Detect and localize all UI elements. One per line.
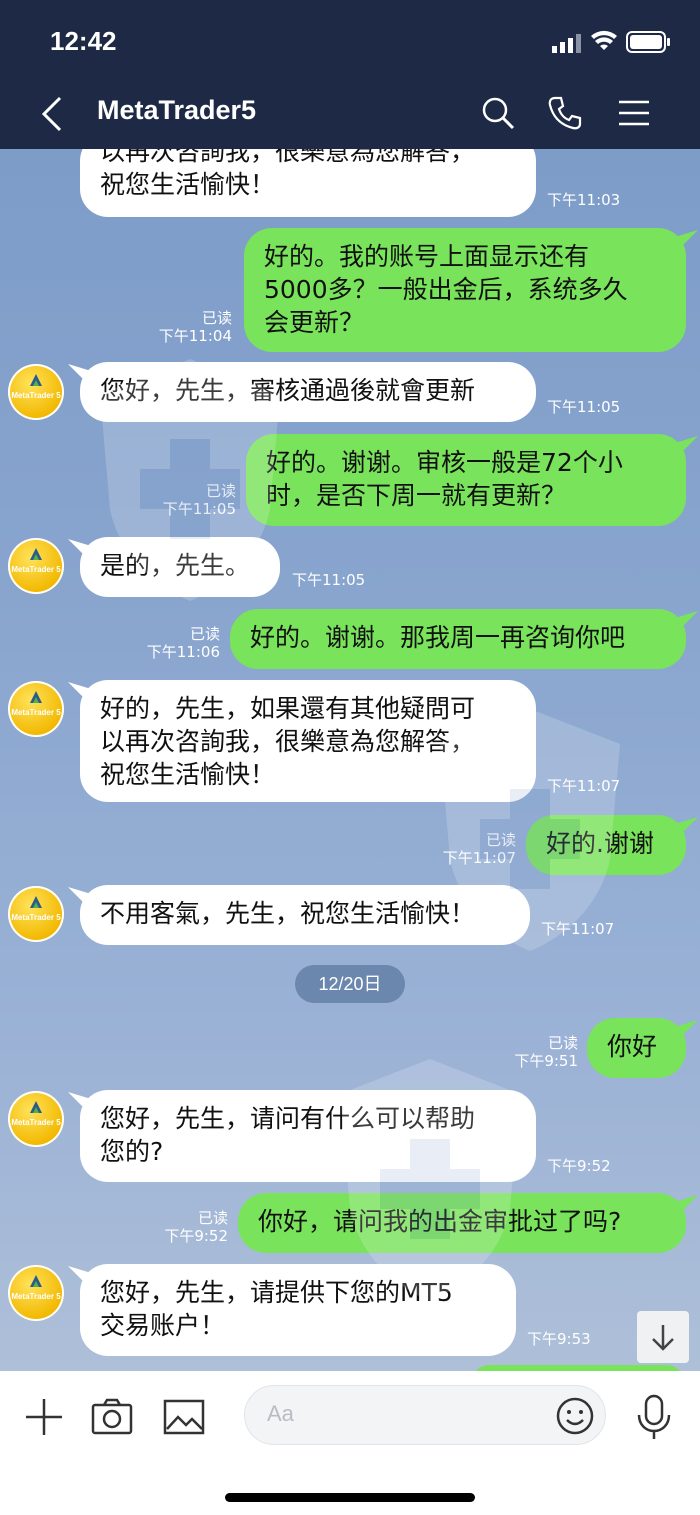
chat-area[interactable]: 以再次咨詢我，很樂意為您解答， 祝您生活愉快！ 下午11:03 好的。我的账号上…	[0, 149, 700, 1371]
message-text: 好的。我的账号上面显示还有 5000多？一般出金后，系统多久 会更新？	[264, 242, 628, 337]
message-bubble-in[interactable]: 以再次咨詢我，很樂意為您解答， 祝您生活愉快！	[80, 149, 536, 217]
date-separator: 12/20日	[295, 965, 405, 1003]
microphone-icon[interactable]	[634, 1393, 674, 1441]
read-receipt: 已读	[485, 831, 516, 849]
metatrader-logo-icon	[30, 1101, 42, 1113]
metatrader-logo-icon	[30, 896, 42, 908]
emoji-icon[interactable]	[555, 1396, 595, 1436]
message-meta: 已读 下午11:04	[150, 309, 232, 345]
signal-icon	[552, 34, 581, 53]
message-time: 下午11:07	[541, 920, 615, 938]
message-meta: 已读 下午11:05	[154, 482, 236, 518]
read-receipt: 已读	[189, 625, 220, 643]
image-icon[interactable]	[162, 1395, 206, 1439]
chat-title: MetaTrader5	[97, 95, 257, 125]
avatar[interactable]: MetaTrader 5	[8, 1265, 64, 1321]
home-indicator[interactable]	[225, 1493, 475, 1502]
wifi-icon	[591, 30, 617, 50]
message-time: 下午9:51	[514, 1052, 578, 1070]
message-text: 您好，先生，请提供下您的MT5 交易账户！	[100, 1278, 453, 1340]
avatar[interactable]: MetaTrader 5	[8, 681, 64, 737]
message-bubble-in[interactable]: 是的，先生。	[80, 537, 280, 597]
message-bubble-out[interactable]: 你好	[587, 1018, 686, 1078]
message-time: 下午11:05	[292, 571, 366, 589]
message-meta: 已读 下午11:07	[434, 831, 516, 867]
avatar-label: MetaTrader 5	[11, 565, 61, 574]
message-time: 下午11:05	[162, 500, 236, 518]
message-text: 你好，请问我的出金审批过了吗?	[258, 1207, 622, 1236]
message-time: 下午11:06	[146, 643, 220, 661]
message-bubble-out[interactable]: 你好，请问我的出金审批过了吗?	[238, 1193, 686, 1253]
camera-icon[interactable]	[90, 1395, 134, 1439]
message-bubble-out[interactable]: 好的。谢谢。审核一般是72个小 时，是否下周一就有更新？	[246, 434, 686, 526]
avatar-label: MetaTrader 5	[11, 391, 61, 400]
avatar-label: MetaTrader 5	[11, 1292, 61, 1301]
message-text: 是的，先生。	[100, 551, 251, 580]
metatrader-logo-icon	[30, 548, 42, 560]
avatar-label: MetaTrader 5	[11, 1118, 61, 1127]
metatrader-logo-icon	[30, 691, 42, 703]
message-text: 好的，先生，如果還有其他疑問可 以再次咨詢我，很樂意為您解答， 祝您生活愉快！	[100, 694, 476, 789]
status-bar: 12:42	[0, 0, 700, 80]
avatar-label: MetaTrader 5	[11, 913, 61, 922]
message-text: 你好	[607, 1032, 658, 1061]
message-text: 您好，先生，審核通過後就會更新	[100, 376, 476, 405]
input-placeholder: Aa	[267, 1401, 294, 1426]
message-time: 下午11:07	[547, 777, 621, 795]
message-text: 您好，先生，请问有什么可以帮助 您的?	[100, 1104, 476, 1166]
message-input[interactable]: Aa	[244, 1385, 606, 1445]
read-receipt: 已读	[197, 1209, 228, 1227]
avatar[interactable]: MetaTrader 5	[8, 886, 64, 942]
message-bubble-in[interactable]: 不用客氣，先生，祝您生活愉快！	[80, 885, 530, 945]
arrow-down-icon	[652, 1325, 674, 1351]
back-icon[interactable]	[38, 96, 66, 132]
message-time: 下午9:52	[547, 1157, 611, 1175]
avatar[interactable]: MetaTrader 5	[8, 1091, 64, 1147]
avatar[interactable]: MetaTrader 5	[8, 364, 64, 420]
message-meta: 已读 下午9:52	[146, 1209, 228, 1245]
read-receipt: 已读	[201, 309, 232, 327]
message-time: 下午11:05	[547, 398, 621, 416]
message-bubble-in[interactable]: 您好，先生，请提供下您的MT5 交易账户！	[80, 1264, 516, 1356]
message-text: 好的.谢谢	[546, 829, 654, 858]
message-meta: 已读 下午11:06	[138, 625, 220, 661]
chat-header: MetaTrader5	[0, 80, 700, 149]
phone-icon[interactable]	[547, 95, 583, 131]
avatar[interactable]: MetaTrader 5	[8, 538, 64, 594]
status-time: 12:42	[50, 26, 117, 56]
message-text: 好的。谢谢。审核一般是72个小 时，是否下周一就有更新？	[266, 448, 623, 510]
plus-icon[interactable]	[22, 1395, 66, 1439]
metatrader-logo-icon	[30, 1275, 42, 1287]
menu-icon[interactable]	[616, 95, 652, 131]
message-bubble-out[interactable]: 好的。谢谢。那我周一再咨询你吧	[230, 609, 686, 669]
read-receipt: 已读	[205, 482, 236, 500]
message-bubble-in[interactable]: 您好，先生，審核通過後就會更新	[80, 362, 536, 422]
message-bubble-in[interactable]: 您好，先生，请问有什么可以帮助 您的?	[80, 1090, 536, 1182]
search-icon[interactable]	[480, 95, 516, 131]
message-bubble-in[interactable]: 好的，先生，如果還有其他疑問可 以再次咨詢我，很樂意為您解答， 祝您生活愉快！	[80, 680, 536, 802]
avatar-label: MetaTrader 5	[11, 708, 61, 717]
scroll-to-bottom-button[interactable]	[637, 1311, 689, 1363]
message-time: 下午9:52	[164, 1227, 228, 1245]
message-text: 好的。谢谢。那我周一再咨询你吧	[250, 623, 626, 652]
message-time: 下午11:07	[442, 849, 516, 867]
metatrader-logo-icon	[30, 374, 42, 386]
message-bubble-out[interactable]: 好的.谢谢	[526, 815, 686, 875]
message-bubble-out[interactable]: 好的。我的账号上面显示还有 5000多？一般出金后，系统多久 会更新？	[244, 228, 686, 352]
message-meta: 已读 下午9:51	[496, 1034, 578, 1070]
battery-icon	[626, 31, 670, 53]
read-receipt: 已读	[547, 1034, 578, 1052]
message-time: 下午11:03	[547, 191, 621, 209]
message-time: 下午11:04	[158, 327, 232, 345]
message-text: 以再次咨詢我，很樂意為您解答， 祝您生活愉快！	[100, 149, 476, 199]
message-time: 下午9:53	[527, 1330, 591, 1348]
message-text: 不用客氣，先生，祝您生活愉快！	[100, 899, 476, 928]
